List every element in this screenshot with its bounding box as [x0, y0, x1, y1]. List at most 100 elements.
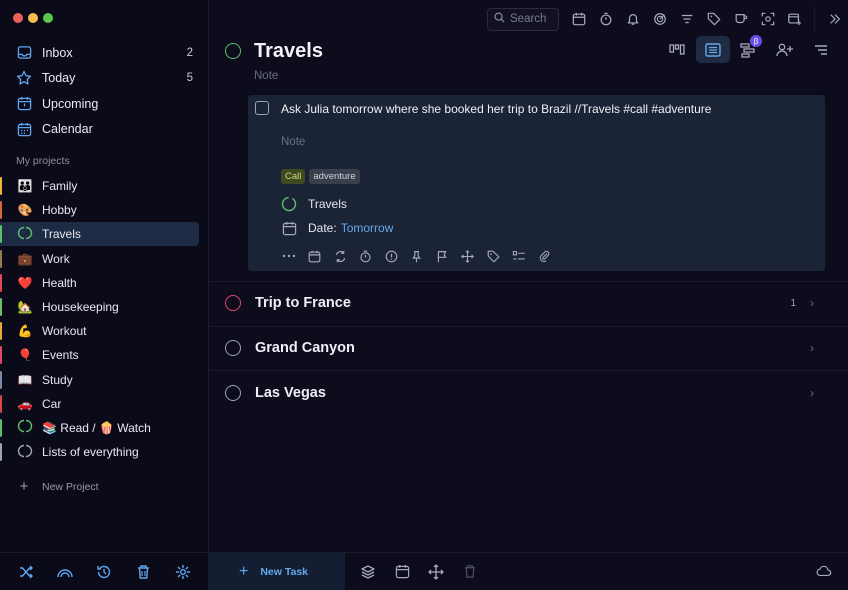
new-project-button[interactable]: + New Project — [16, 478, 99, 495]
sidebar-item-upcoming[interactable]: Upcoming — [0, 91, 209, 117]
calendar-icon[interactable] — [565, 7, 592, 31]
task-checkbox[interactable] — [255, 101, 269, 115]
sidebar-item-label: Calendar — [42, 122, 93, 137]
filter-icon[interactable] — [673, 7, 700, 31]
close-window-button[interactable] — [13, 13, 23, 23]
subproject-title: Las Vegas — [255, 385, 326, 401]
chevron-right-icon: › — [810, 341, 814, 355]
chevron-right-icon: › — [810, 296, 814, 310]
board-view-icon[interactable] — [660, 36, 694, 63]
project-color-bar — [0, 418, 2, 437]
sidebar-project-family[interactable]: 👪 Family — [0, 174, 209, 198]
subproject-las-vegas[interactable]: Las Vegas › — [209, 371, 848, 415]
settings-icon[interactable] — [173, 562, 193, 582]
layers-icon[interactable] — [351, 553, 385, 590]
task-action-bar — [281, 248, 552, 264]
checklist-icon[interactable] — [511, 248, 527, 264]
more-icon[interactable] — [281, 248, 297, 264]
project-color-bar — [0, 177, 2, 195]
project-note-field[interactable]: Note — [254, 70, 278, 82]
sidebar-item-inbox[interactable]: Inbox 2 — [0, 40, 209, 66]
sort-icon[interactable] — [804, 36, 838, 63]
zoom-window-button[interactable] — [43, 13, 53, 23]
view-switcher: β — [660, 35, 838, 63]
car-emoji-icon: 🚗 — [17, 396, 33, 411]
gantt-view-icon[interactable]: β — [732, 35, 766, 63]
calendar-icon[interactable] — [307, 248, 323, 264]
subproject-status-circle[interactable] — [225, 295, 241, 311]
cloud-icon[interactable] — [816, 564, 832, 581]
task-project-row[interactable]: Travels — [281, 196, 347, 212]
project-color-bar — [0, 346, 2, 365]
sidebar-project-work[interactable]: 💼 Work — [0, 247, 209, 271]
sidebar-project-study[interactable]: 📖 Study — [0, 368, 209, 392]
assign-user-icon[interactable] — [768, 36, 802, 63]
move-icon[interactable] — [419, 553, 453, 590]
calendar-icon[interactable] — [385, 553, 419, 590]
task-note-field[interactable]: Note — [281, 136, 305, 148]
project-status-circle[interactable] — [225, 43, 241, 59]
sidebar-project-hobby[interactable]: 🎨 Hobby — [0, 198, 209, 222]
scan-icon[interactable] — [754, 7, 781, 31]
task-date-row[interactable]: Date: Tomorrow — [281, 220, 393, 236]
timer-icon[interactable] — [358, 248, 374, 264]
pin-icon[interactable] — [409, 248, 425, 264]
book-emoji-icon: 📖 — [17, 372, 33, 387]
sidebar-project-housekeeping[interactable]: 🏡 Housekeeping — [0, 295, 209, 319]
shuffle-icon[interactable] — [16, 562, 36, 582]
project-ring-icon — [16, 419, 34, 436]
timer-icon[interactable] — [592, 7, 619, 31]
sidebar-project-travels[interactable]: Travels — [0, 222, 199, 247]
project-label: Hobby — [42, 203, 77, 218]
radar-icon[interactable] — [646, 7, 673, 31]
project-label: Lists of everything — [42, 445, 139, 460]
new-task-button[interactable]: + New Task — [209, 552, 345, 590]
list-view-icon[interactable] — [696, 36, 730, 63]
sidebar-project-read-watch[interactable]: 📚 Read / 🍿 Watch — [0, 416, 209, 440]
sidebar-project-health[interactable]: ❤️ Health — [0, 271, 209, 295]
priority-icon[interactable] — [383, 248, 399, 264]
bell-icon[interactable] — [619, 7, 646, 31]
rainbow-icon[interactable] — [55, 562, 75, 582]
attachment-icon[interactable] — [536, 248, 552, 264]
main-content: Travels β Note Ask Julia tomorrow where … — [209, 0, 848, 590]
subproject-grand-canyon[interactable]: Grand Canyon › — [209, 326, 848, 370]
repeat-icon[interactable] — [332, 248, 348, 264]
project-label: Study — [42, 372, 73, 387]
task-title[interactable]: Ask Julia tomorrow where she booked her … — [281, 102, 711, 116]
project-color-bar — [0, 273, 2, 292]
minimize-window-button[interactable] — [28, 13, 38, 23]
subproject-status-circle[interactable] — [225, 385, 241, 401]
tag-icon[interactable] — [485, 248, 501, 264]
add-window-icon[interactable] — [781, 7, 808, 31]
sidebar-project-lists[interactable]: Lists of everything — [0, 440, 209, 464]
tag-call[interactable]: Call — [281, 169, 306, 184]
project-ring-icon — [16, 444, 34, 461]
trash-icon[interactable] — [134, 562, 154, 582]
subproject-status-circle[interactable] — [225, 340, 241, 356]
sidebar-item-today[interactable]: Today 5 — [0, 66, 209, 92]
search-box[interactable] — [487, 7, 560, 31]
top-toolbar — [487, 6, 848, 32]
search-input[interactable] — [510, 13, 560, 25]
muscle-emoji-icon: 💪 — [17, 324, 33, 339]
project-ring-icon — [16, 226, 34, 243]
sidebar-item-calendar[interactable]: Calendar — [0, 117, 209, 143]
task-date-value[interactable]: Tomorrow — [341, 221, 394, 235]
trash-icon[interactable] — [453, 553, 487, 590]
subproject-trip-to-france[interactable]: Trip to France 1 › — [209, 281, 848, 325]
task-card-expanded[interactable]: Ask Julia tomorrow where she booked her … — [248, 95, 825, 271]
history-icon[interactable] — [94, 562, 114, 582]
flag-icon[interactable] — [434, 248, 450, 264]
family-emoji-icon: 👪 — [17, 179, 33, 193]
move-icon[interactable] — [460, 248, 476, 264]
expand-icon[interactable] — [821, 7, 848, 31]
sidebar-footer — [0, 552, 209, 590]
sidebar-project-workout[interactable]: 💪 Workout — [0, 319, 209, 343]
sidebar-project-car[interactable]: 🚗 Car — [0, 392, 209, 416]
cup-icon[interactable] — [727, 7, 754, 31]
tag-icon[interactable] — [700, 7, 727, 31]
project-label: Workout — [42, 324, 87, 339]
sidebar-project-events[interactable]: 🎈 Events — [0, 343, 209, 367]
tag-adventure[interactable]: adventure — [309, 169, 360, 184]
